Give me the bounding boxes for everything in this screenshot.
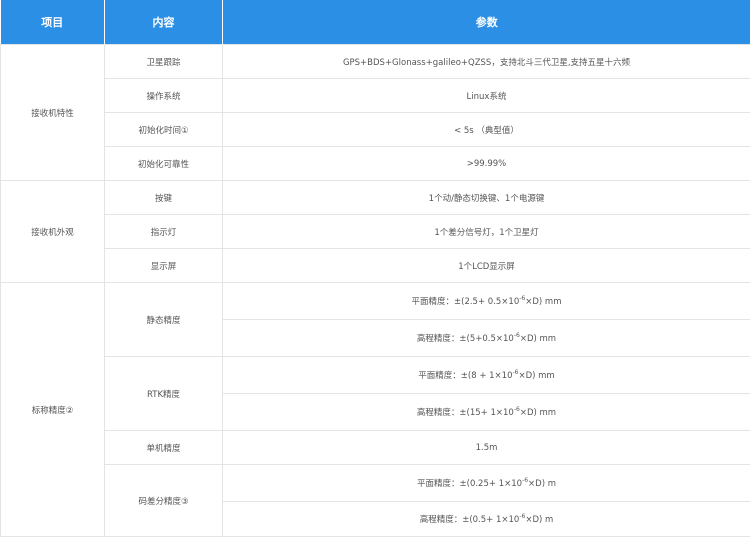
row-label: 初始化时间① (105, 113, 223, 147)
row-value: 1个差分信号灯，1个卫星灯 (223, 215, 750, 249)
row-value: 1个动/静态切换键、1个电源键 (223, 181, 750, 215)
table-row: 初始化时间① < 5s （典型值） (1, 113, 750, 147)
value-unit: ×D) mm (520, 408, 556, 418)
category-accuracy: 标称精度② (1, 283, 105, 537)
row-value-code-height: 高程精度：±(0.5+ 1×10-6×D) m (223, 502, 750, 537)
table-row: 码差分精度③ 平面精度：±(0.25+ 1×10-6×D) m (1, 465, 750, 502)
table-row: 初始化可靠性 >99.99% (1, 147, 750, 181)
value-text: 高程精度：±(15+ 1×10 (417, 408, 514, 418)
category-receiver: 接收机特性 (1, 45, 105, 181)
value-text: 平面精度：±(0.25+ 1×10 (417, 479, 522, 489)
header-params: 参数 (223, 0, 750, 45)
header-item: 项目 (1, 0, 105, 45)
row-label: 指示灯 (105, 215, 223, 249)
row-value-single: 1.5m (223, 431, 750, 465)
value-text: 平面精度：±(8 + 1×10 (418, 371, 512, 381)
value-unit: ×D) m (525, 515, 553, 525)
row-label-static: 静态精度 (105, 283, 223, 357)
row-label: 操作系统 (105, 79, 223, 113)
row-label-code-diff: 码差分精度③ (105, 465, 223, 537)
value-unit: ×D) mm (525, 297, 561, 307)
row-label: 按键 (105, 181, 223, 215)
row-value-static-plane: 平面精度：±(2.5+ 0.5×10-6×D) mm (223, 283, 750, 320)
row-value-static-height: 高程精度：±(5+0.5×10-6×D) mm (223, 320, 750, 357)
table-header-row: 项目 内容 参数 (1, 0, 750, 45)
table-row: 接收机特性 卫星跟踪 GPS+BDS+Glonass+galileo+QZSS，… (1, 45, 750, 79)
row-label: 初始化可靠性 (105, 147, 223, 181)
row-value-code-plane: 平面精度：±(0.25+ 1×10-6×D) m (223, 465, 750, 502)
row-value: < 5s （典型值） (223, 113, 750, 147)
table-row: RTK精度 平面精度：±(8 + 1×10-6×D) mm (1, 357, 750, 394)
row-value: GPS+BDS+Glonass+galileo+QZSS，支持北斗三代卫星,支持… (223, 45, 750, 79)
row-label-rtk: RTK精度 (105, 357, 223, 431)
row-value: >99.99% (223, 147, 750, 181)
header-content: 内容 (105, 0, 223, 45)
table-row: 接收机外观 按键 1个动/静态切换键、1个电源键 (1, 181, 750, 215)
spec-table: 项目 内容 参数 接收机特性 卫星跟踪 GPS+BDS+Glonass+gali… (0, 0, 750, 537)
value-text: 高程精度：±(0.5+ 1×10 (420, 515, 520, 525)
value-unit: ×D) mm (520, 334, 556, 344)
table-row: 显示屏 1个LCD显示屏 (1, 249, 750, 283)
row-label: 卫星跟踪 (105, 45, 223, 79)
table-row: 指示灯 1个差分信号灯，1个卫星灯 (1, 215, 750, 249)
row-label: 显示屏 (105, 249, 223, 283)
row-value-rtk-plane: 平面精度：±(8 + 1×10-6×D) mm (223, 357, 750, 394)
row-label-single: 单机精度 (105, 431, 223, 465)
value-text: 高程精度：±(5+0.5×10 (417, 334, 514, 344)
table-row: 单机精度 1.5m (1, 431, 750, 465)
row-value-rtk-height: 高程精度：±(15+ 1×10-6×D) mm (223, 394, 750, 431)
value-unit: ×D) m (528, 479, 556, 489)
row-value: Linux系统 (223, 79, 750, 113)
row-value: 1个LCD显示屏 (223, 249, 750, 283)
value-unit: ×D) mm (518, 371, 554, 381)
table-row: 标称精度② 静态精度 平面精度：±(2.5+ 0.5×10-6×D) mm (1, 283, 750, 320)
value-text: 平面精度：±(2.5+ 0.5×10 (412, 297, 520, 307)
category-appearance: 接收机外观 (1, 181, 105, 283)
table-row: 操作系统 Linux系统 (1, 79, 750, 113)
